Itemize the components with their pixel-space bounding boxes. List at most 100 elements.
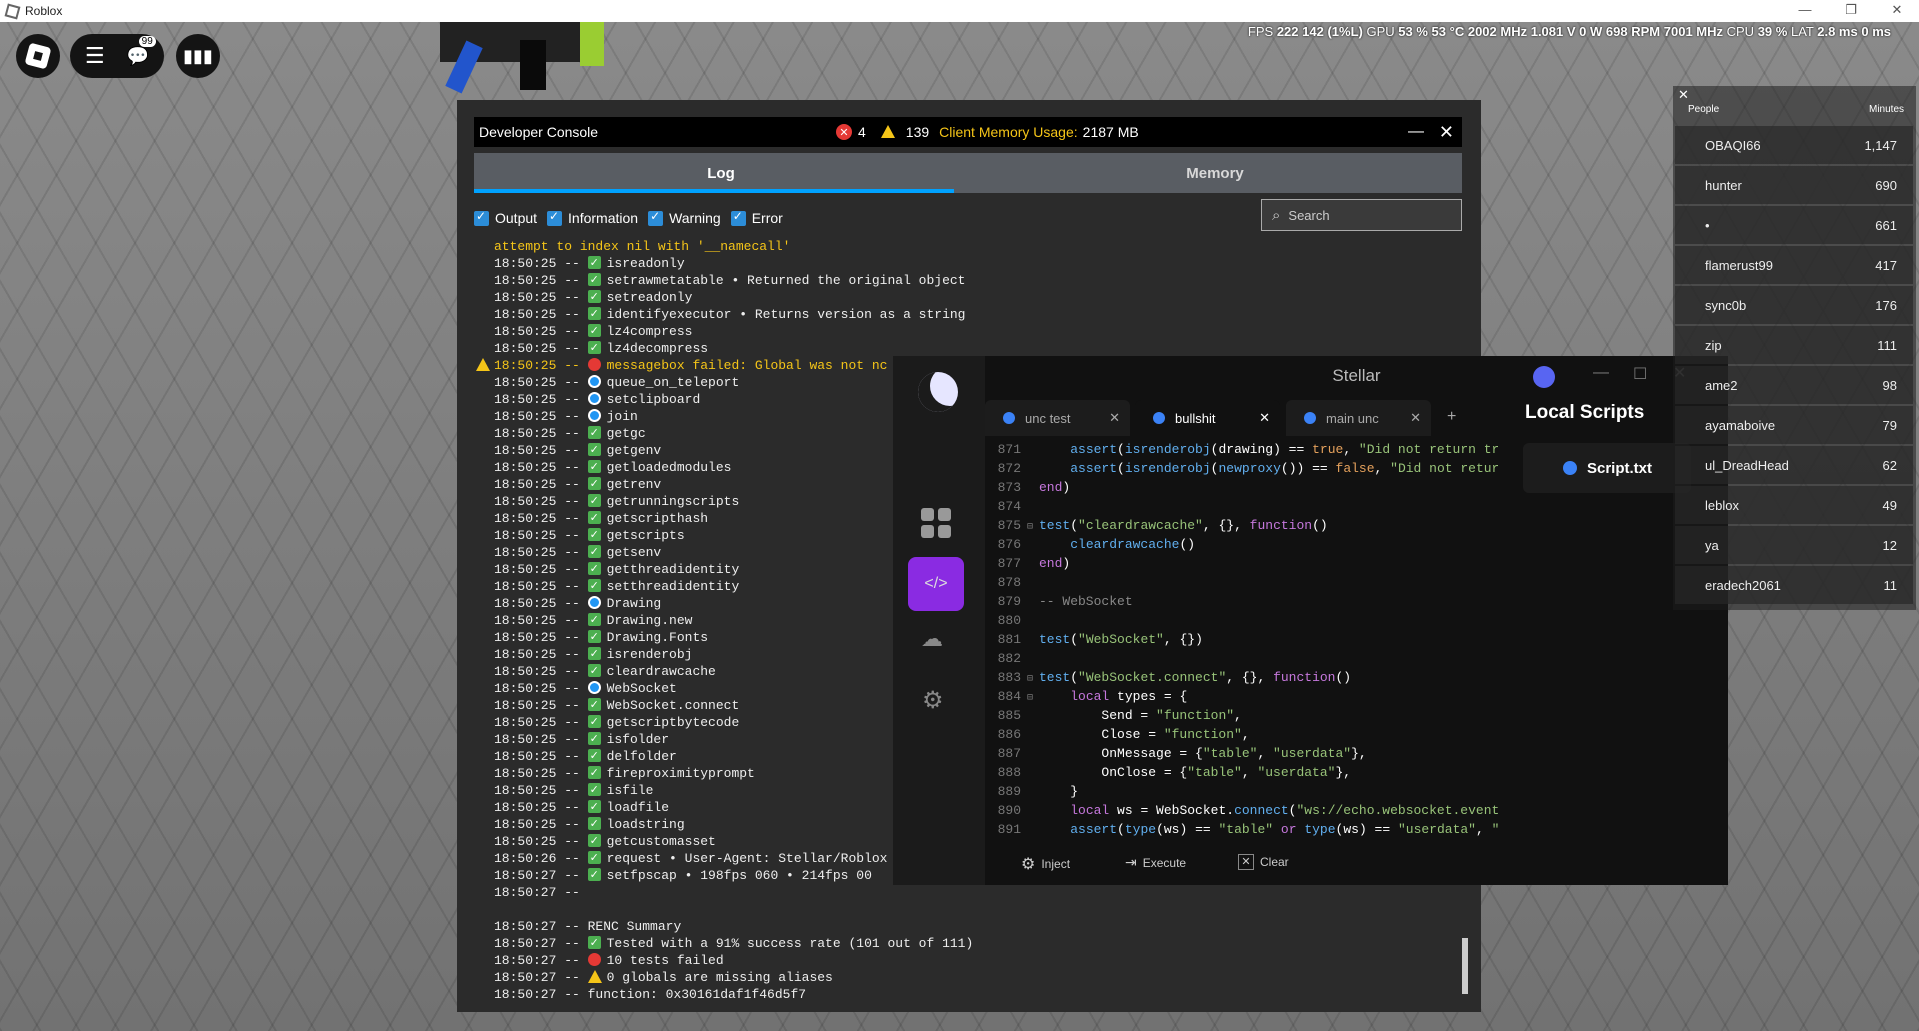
log-line: 18:50:27 -- Tested with a 91% success ra… [474, 934, 1462, 952]
information-checkbox[interactable] [547, 209, 563, 226]
leaderboard-row[interactable]: ya 12 [1675, 526, 1913, 564]
leaderboard-row[interactable]: leblox 49 [1675, 486, 1913, 524]
editor-tab-main-unc[interactable]: main unc ✕ [1286, 400, 1431, 436]
leaderboard-row[interactable]: hunter 690 [1675, 166, 1913, 204]
line-number: 880 [997, 613, 1021, 628]
tab-label: main unc [1326, 410, 1379, 426]
log-scrollbar-thumb[interactable] [1462, 938, 1468, 994]
clear-button[interactable]: ✕ Clear [1238, 854, 1289, 870]
leaderboard-row[interactable]: OBAQI66 1,147 [1675, 126, 1913, 164]
pass-check-icon [587, 543, 601, 560]
warning-checkbox[interactable] [648, 209, 664, 226]
log-timestamp: 18:50:25 -- [494, 681, 588, 696]
editor-actions: ⚙ Inject ⇥ Execute ✕ Clear [985, 840, 1498, 885]
line-number: 876 [997, 537, 1021, 552]
log-search-input[interactable]: ⌕ Search [1261, 199, 1462, 231]
leaderboard-row[interactable]: flamerust99 417 [1675, 246, 1913, 284]
code-text: OnMessage = {"table", "userdata"}, [1039, 746, 1367, 761]
lua-file-icon [1563, 461, 1577, 475]
leaderboard-row[interactable]: ayamaboive 79 [1675, 406, 1913, 444]
add-tab-button[interactable]: + [1447, 408, 1456, 426]
leaderboard-row[interactable]: eradech2061 11 [1675, 566, 1913, 604]
minimize-button[interactable]: — [1787, 2, 1823, 17]
close-tab-icon[interactable]: ✕ [1259, 410, 1270, 426]
log-timestamp: 18:50:25 -- [494, 783, 588, 798]
leaderboard-close-icon[interactable]: ✕ [1678, 87, 1689, 103]
pass-check-icon [587, 492, 601, 509]
inject-icon: ⚙ [1021, 856, 1036, 873]
devconsole-titlebar: Developer Console ✕ 4 139 Client Memory … [474, 117, 1462, 147]
log-timestamp: 18:50:25 -- [494, 256, 588, 271]
log-message: setthreadidentity [606, 579, 740, 594]
devconsole-close-icon[interactable]: ✕ [1439, 122, 1454, 143]
cloud-icon[interactable]: ☁ [921, 626, 943, 652]
line-number: 887 [997, 746, 1021, 761]
info-icon [587, 375, 601, 388]
inject-button[interactable]: ⚙ Inject [1021, 854, 1070, 874]
roblox-menu-button[interactable] [16, 34, 60, 78]
close-button[interactable]: ✕ [1879, 2, 1915, 18]
output-checkbox[interactable] [474, 209, 489, 226]
chat-badge: 99 [138, 35, 156, 47]
code-editor-icon[interactable]: </> [908, 557, 964, 611]
log-timestamp: 18:50:25 -- [494, 443, 588, 458]
dashboard-icon[interactable] [921, 508, 951, 538]
latency-2: 0 ms [1861, 24, 1891, 39]
leaderboard-row[interactable]: sync0b 176 [1675, 286, 1913, 324]
pass-check-icon [587, 866, 601, 883]
devconsole-minimize-icon[interactable]: — [1408, 123, 1424, 141]
close-tab-icon[interactable]: ✕ [1410, 410, 1421, 426]
settings-gear-icon[interactable]: ⚙ [922, 686, 944, 715]
code-line: 879 -- WebSocket [985, 592, 1498, 611]
stellar-executor-window: </> ☁ ⚙ Stellar — ☐ ✕ Local Scripts Scri… [893, 356, 1728, 885]
restore-button[interactable]: ❐ [1833, 2, 1869, 18]
info-icon [587, 596, 601, 609]
code-line: 878 [985, 573, 1498, 592]
editor-tab-bullshit[interactable]: bullshit ✕ [1135, 400, 1280, 436]
gpu-clock: 2002 MHz [1467, 24, 1528, 39]
log-timestamp: 18:50:25 -- [494, 426, 588, 441]
error-checkbox[interactable] [730, 209, 746, 226]
gpu-label: GPU [1366, 24, 1395, 39]
stellar-maximize-icon[interactable]: ☐ [1633, 364, 1647, 384]
log-timestamp: 18:50:25 -- [494, 392, 588, 407]
close-tab-icon[interactable]: ✕ [1109, 410, 1120, 426]
script-item[interactable]: Script.txt [1523, 443, 1691, 493]
code-line: 875 ⊟ test("cleardrawcache", {}, function(… [985, 516, 1498, 535]
log-timestamp: 18:50:25 -- [494, 341, 588, 356]
log-message: identifyexecutor • Returns version as a … [606, 307, 966, 322]
line-number: 881 [997, 632, 1021, 647]
stellar-minimize-icon[interactable]: — [1593, 364, 1609, 382]
code-line: 874 [985, 497, 1498, 516]
gpu-voltage: 1.081 V [1530, 24, 1576, 39]
stellar-moon-logo [918, 372, 958, 412]
tab-log[interactable]: Log [474, 153, 968, 193]
leaderboard-row[interactable]: ul_DreadHead 62 [1675, 446, 1913, 484]
line-number: 879 [997, 594, 1021, 609]
leaderboard-row[interactable]: ame2 98 [1675, 366, 1913, 404]
code-line: 872 assert(isrenderobj(newproxy()) == fa… [985, 459, 1498, 478]
chat-icon[interactable]: 💬 99 [127, 35, 156, 67]
editor-tab-unc-test[interactable]: unc test ✕ [985, 400, 1130, 436]
log-timestamp: 18:50:25 -- [494, 766, 588, 781]
execute-button[interactable]: ⇥ Execute [1125, 854, 1186, 871]
hamburger-menu-icon[interactable]: ☰ [85, 43, 105, 69]
discord-icon[interactable] [1533, 366, 1555, 388]
code-line: 890 local ws = WebSocket.connect("ws://e… [985, 801, 1498, 820]
memory-value: 2187 MB [1082, 124, 1139, 140]
log-line: 18:50:27 -- function: 0x30161daf1f46d5f7 [474, 986, 1462, 1003]
log-message: setfpscap • 198fps 060 • 214fps 00 [606, 868, 872, 883]
code-editor[interactable]: 871 assert(isrenderobj(drawing) == true,… [985, 440, 1498, 840]
leaderboard-row[interactable]: • 661 [1675, 206, 1913, 244]
frame-value: 142 (1%L) [1302, 24, 1363, 39]
pass-check-icon [587, 696, 601, 713]
leaderboard-toggle-button[interactable]: ▮▮▮ [176, 34, 220, 78]
log-timestamp: 18:50:25 -- [494, 409, 588, 424]
leaderboard-row[interactable]: zip 111 [1675, 326, 1913, 364]
line-number: 884 [997, 689, 1021, 704]
player-minutes: 417 [1875, 257, 1897, 273]
tab-memory[interactable]: Memory [968, 153, 1462, 193]
pass-check-icon [587, 339, 601, 356]
log-message: isrenderobj [606, 647, 693, 662]
player-name: zip [1705, 337, 1722, 353]
